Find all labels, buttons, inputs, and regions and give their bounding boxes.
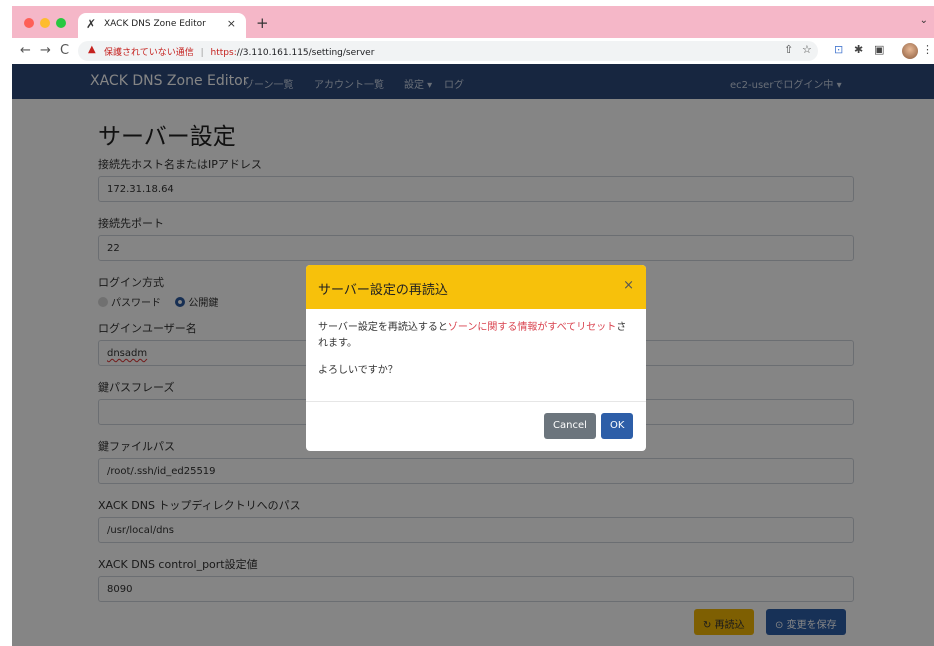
modal-message: サーバー設定を再読込するとゾーンに関する情報がすべてリセットされます。 — [318, 320, 636, 352]
browser-toolbar: ← → C ▲ 保護されていない通信 | https://3.110.161.1… — [12, 38, 934, 64]
security-warning-text: 保護されていない通信 — [104, 48, 194, 58]
share-icon[interactable]: ⇧ — [784, 43, 793, 56]
reload-confirm-modal: サーバー設定の再読込 × サーバー設定を再読込するとゾーンに関する情報がすべてリ… — [306, 265, 646, 451]
tab-search-chevron-icon[interactable]: ⌄ — [920, 15, 928, 26]
modal-question: よろしいですか？ — [318, 365, 398, 376]
browser-window: ✗ XACK DNS Zone Editor × + ⌄ ← → C ▲ 保護さ… — [12, 6, 934, 646]
modal-ok-button[interactable]: OK — [601, 413, 634, 439]
modal-title: サーバー設定の再読込 — [318, 283, 448, 298]
back-arrow-icon[interactable]: ← — [20, 43, 31, 58]
web-page: XACK DNS Zone Editor ゾーン一覧 アカウント一覧 設定 ▾ … — [12, 64, 934, 646]
url-text: //3.110.161.115/setting/server — [236, 48, 375, 58]
modal-message-prefix: サーバー設定を再読込すると — [318, 322, 448, 333]
close-window-button[interactable] — [24, 18, 34, 28]
warning-icon: ▲ — [88, 44, 96, 55]
extension-search-icon[interactable]: ⊡ — [834, 43, 843, 56]
profile-avatar[interactable] — [902, 43, 918, 59]
reload-icon[interactable]: C — [60, 43, 69, 58]
more-menu-icon[interactable]: ⋮ — [922, 43, 933, 56]
tab-close-icon[interactable]: × — [227, 17, 236, 30]
omnibox-separator: | — [200, 48, 204, 58]
modal-footer-divider — [306, 401, 646, 402]
tab-title: XACK DNS Zone Editor — [104, 19, 206, 29]
favicon-icon: ✗ — [86, 17, 97, 31]
modal-message-warning: ゾーンに関する情報がすべてリセット — [447, 322, 617, 333]
maximize-window-button[interactable] — [56, 18, 66, 28]
forward-arrow-icon[interactable]: → — [40, 43, 51, 58]
modal-cancel-button[interactable]: Cancel — [544, 413, 596, 439]
side-panel-icon[interactable]: ▣ — [874, 43, 884, 56]
address-bar[interactable]: ▲ 保護されていない通信 | https://3.110.161.115/set… — [78, 41, 818, 61]
url-scheme: https: — [210, 48, 237, 58]
bookmark-star-icon[interactable]: ☆ — [802, 43, 812, 56]
extensions-puzzle-icon[interactable]: ✱ — [854, 43, 863, 56]
minimize-window-button[interactable] — [40, 18, 50, 28]
modal-header: サーバー設定の再読込 × — [306, 265, 646, 309]
browser-tab[interactable]: ✗ XACK DNS Zone Editor × — [78, 13, 246, 38]
new-tab-button[interactable]: + — [256, 14, 269, 32]
tab-strip: ✗ XACK DNS Zone Editor × + ⌄ — [12, 6, 934, 38]
modal-close-icon[interactable]: × — [623, 278, 634, 293]
